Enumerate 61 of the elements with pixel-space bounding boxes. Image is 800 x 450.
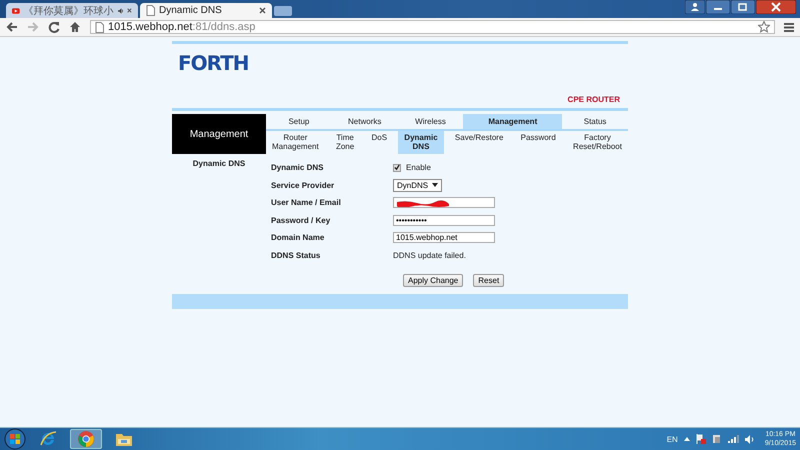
field-label: Service Provider [271,180,336,190]
browser-icon [77,430,95,448]
signal-icon[interactable] [728,435,739,443]
nav-tab[interactable]: Status [562,114,628,129]
section-title: Management [172,114,266,154]
sub-tab[interactable]: Router Management [266,131,325,154]
nav-tab[interactable]: Setup [266,114,332,129]
url-text: 1015.webhop.net:81/ddns.asp [108,21,256,33]
dropdown-arrow-icon [432,183,438,188]
browser-tab[interactable]: Dynamic DNS [140,3,272,18]
form-button[interactable]: Apply Change [403,274,464,287]
field-label: Password / Key [271,216,332,225]
field-label: DDNS Status [271,250,322,260]
minimize-icon[interactable] [706,0,730,14]
checkbox-label: Enable [406,163,431,172]
back-icon[interactable] [6,21,18,33]
restore-icon[interactable] [731,0,755,14]
input-field[interactable]: ••••••••••• [393,214,495,226]
flag-icon[interactable] [696,434,706,444]
nav-tab[interactable]: Management [463,114,562,129]
close-icon[interactable] [127,7,132,14]
sub-tab[interactable]: Password [514,131,562,154]
sub-tab[interactable]: Factory Reset/Reboot [567,131,628,154]
sub-tab[interactable]: Time Zone [330,131,360,154]
field-label: Domain Name [271,233,326,242]
sub-tab[interactable]: Dynamic DNS [398,131,444,154]
sub-tab[interactable]: DoS [365,131,394,154]
form-button[interactable]: Reset [473,274,504,287]
user-icon[interactable] [685,0,705,14]
menu-icon[interactable] [784,22,794,32]
start-icon[interactable] [4,428,26,450]
address-bar[interactable]: 1015.webhop.net:81/ddns.asp [90,20,775,34]
close-icon[interactable] [259,7,266,14]
check-icon [394,164,400,172]
nav-tab[interactable]: Wireless [398,114,464,129]
field-label: Dynamic DNS [271,163,324,172]
status-text: DDNS update failed. [393,250,466,260]
input-field[interactable] [393,197,495,208]
browser-icon [39,430,57,448]
field-label: User Name / Email [271,198,342,208]
nav-tab[interactable]: Networks [332,114,398,129]
sidebar-link[interactable]: Dynamic DNS [192,159,246,168]
browser-tab[interactable]: 《拜你莫属》环球小 [6,3,138,18]
star-icon[interactable] [758,21,770,33]
language-indicator[interactable]: EN [666,434,678,444]
home-icon[interactable] [69,21,81,33]
product-name: CPE ROUTER [568,95,620,104]
provider-dropdown[interactable]: DynDNS [393,178,442,192]
close-icon[interactable] [756,0,796,14]
input-field[interactable]: 1015.webhop.net [393,232,495,244]
volume-icon[interactable] [744,434,755,444]
redaction-scribble [396,198,450,207]
reload-icon[interactable] [48,21,60,33]
enable-checkbox[interactable] [393,164,401,172]
video-icon [12,6,20,14]
page-icon [95,22,104,32]
tray-arrow-icon[interactable] [684,437,690,441]
page-icon [146,5,155,16]
taskbar-app[interactable] [70,429,102,449]
sub-tab[interactable]: Save/Restore [448,131,510,154]
logo: FORTH [178,51,250,75]
